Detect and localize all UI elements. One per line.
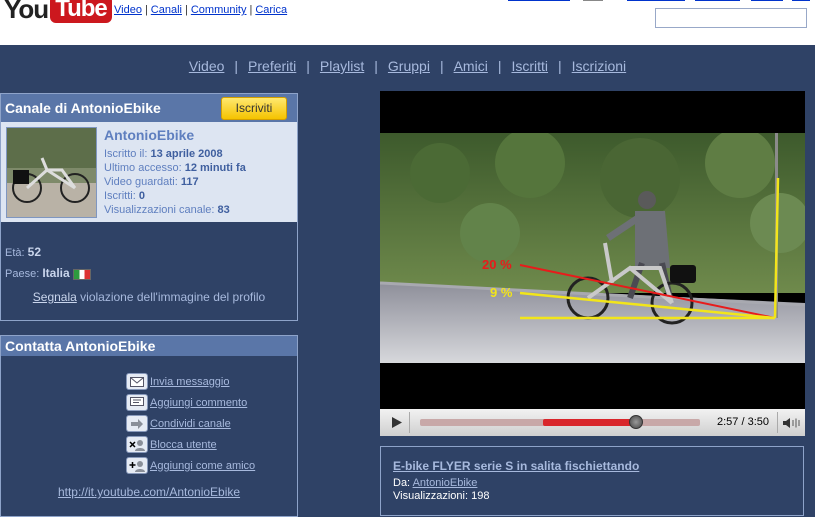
channel-nav: Video | Preferiti | Playlist | Gruppi | Amici | Is… [188, 58, 627, 74]
youtube-logo[interactable]: You Tube [4, 0, 112, 24]
chnav-gruppi[interactable]: Gruppi [388, 58, 430, 74]
account-links-cropped[interactable] [505, 0, 810, 2]
profile-username[interactable]: AntonioEbike [104, 127, 194, 143]
seek-bar-played [543, 419, 636, 426]
player-controls: 2:57 / 3:50 [380, 409, 805, 436]
profile-title: Canale di AntonioEbike [5, 100, 161, 116]
stat-videos-watched: Video guardati: 117 [104, 176, 199, 188]
seek-bar[interactable] [420, 415, 700, 429]
profile-header: Canale di AntonioEbike Iscriviti [1, 94, 297, 122]
profile-info: AntonioEbike Iscritto il: 13 aprile 2008… [1, 122, 297, 222]
logo-tube: Tube [50, 0, 112, 23]
chnav-iscritti[interactable]: Iscritti [511, 58, 548, 74]
stat-last-access: Ultimo accesso: 12 minuti fa [104, 162, 246, 174]
report-link[interactable]: Segnala [33, 290, 77, 304]
logo-you: You [4, 0, 49, 24]
avatar[interactable] [6, 127, 97, 218]
add-friend-action[interactable]: Aggiungi come amico [126, 455, 255, 476]
profile-box: Canale di AntonioEbike Iscriviti Antonio… [0, 93, 298, 321]
chnav-amici[interactable]: Amici [454, 58, 488, 74]
add-friend-icon [126, 457, 148, 474]
profile-stats: Iscritto il: 13 aprile 2008 Ultimo acces… [104, 147, 246, 217]
play-button[interactable] [384, 412, 410, 433]
chnav-playlist[interactable]: Playlist [320, 58, 364, 74]
channel-url: http://it.youtube.com/AntonioEbike [1, 485, 297, 499]
overlay-label-9: 9 % [490, 285, 513, 300]
topnav-carica[interactable]: Carica [255, 4, 287, 16]
stat-joined: Iscritto il: 13 aprile 2008 [104, 148, 223, 160]
report-image: Segnala violazione dell'immagine del pro… [32, 290, 266, 304]
top-bar: You Tube Video | Canali | Community | Carica [0, 0, 815, 45]
contact-box: Contatta AntonioEbike Invia messaggio Ag… [0, 335, 298, 517]
comment-icon [126, 394, 148, 411]
video-player[interactable]: 20 % 9 % 2:57 / 3:50 [380, 91, 805, 436]
channel-url-link[interactable]: http://it.youtube.com/AntonioEbike [58, 485, 240, 499]
speaker-icon [782, 417, 799, 428]
seek-handle[interactable] [628, 415, 643, 429]
chnav-preferiti[interactable]: Preferiti [248, 58, 296, 74]
video-author: Da: AntonioEbike [393, 477, 478, 489]
subscribe-button[interactable]: Iscriviti [221, 97, 287, 120]
stat-channel-views: Visualizzazioni canale: 83 [104, 204, 230, 216]
chnav-video[interactable]: Video [189, 58, 225, 74]
profile-age: Età: 52 [5, 245, 41, 259]
mail-icon [126, 373, 148, 390]
video-title-link[interactable]: E-bike FLYER serie S in salita fischiett… [393, 459, 639, 473]
volume-button[interactable] [777, 412, 803, 433]
profile-country: Paese: Italia [5, 266, 91, 280]
video-author-link[interactable]: AntonioEbike [413, 477, 478, 489]
contact-header: Contatta AntonioEbike [1, 336, 297, 356]
overlay-label-20: 20 % [482, 257, 512, 272]
contact-actions: Invia messaggio Aggiungi commento Condiv… [126, 371, 255, 476]
share-channel-action[interactable]: Condividi canale [126, 413, 255, 434]
share-icon [126, 415, 148, 432]
send-message-action[interactable]: Invia messaggio [126, 371, 255, 392]
video-title: E-bike FLYER serie S in salita fischiett… [393, 459, 639, 473]
italy-flag-icon [72, 268, 91, 280]
topnav-canali[interactable]: Canali [151, 4, 182, 16]
chnav-iscrizioni[interactable]: Iscrizioni [572, 58, 626, 74]
video-views: Visualizzazioni: 198 [393, 490, 490, 502]
search-input[interactable] [655, 8, 807, 28]
play-icon [391, 417, 402, 428]
top-nav: Video | Canali | Community | Carica [114, 4, 288, 16]
add-comment-action[interactable]: Aggiungi commento [126, 392, 255, 413]
time-display: 2:57 / 3:50 [717, 416, 769, 428]
stat-subscribers: Iscritti: 0 [104, 190, 145, 202]
topnav-community[interactable]: Community [191, 4, 247, 16]
topnav-video[interactable]: Video [114, 4, 142, 16]
block-user-icon [126, 436, 148, 453]
video-info-box: E-bike FLYER serie S in salita fischiett… [380, 446, 804, 516]
block-user-action[interactable]: Blocca utente [126, 434, 255, 455]
video-frame[interactable]: 20 % 9 % [380, 133, 805, 363]
